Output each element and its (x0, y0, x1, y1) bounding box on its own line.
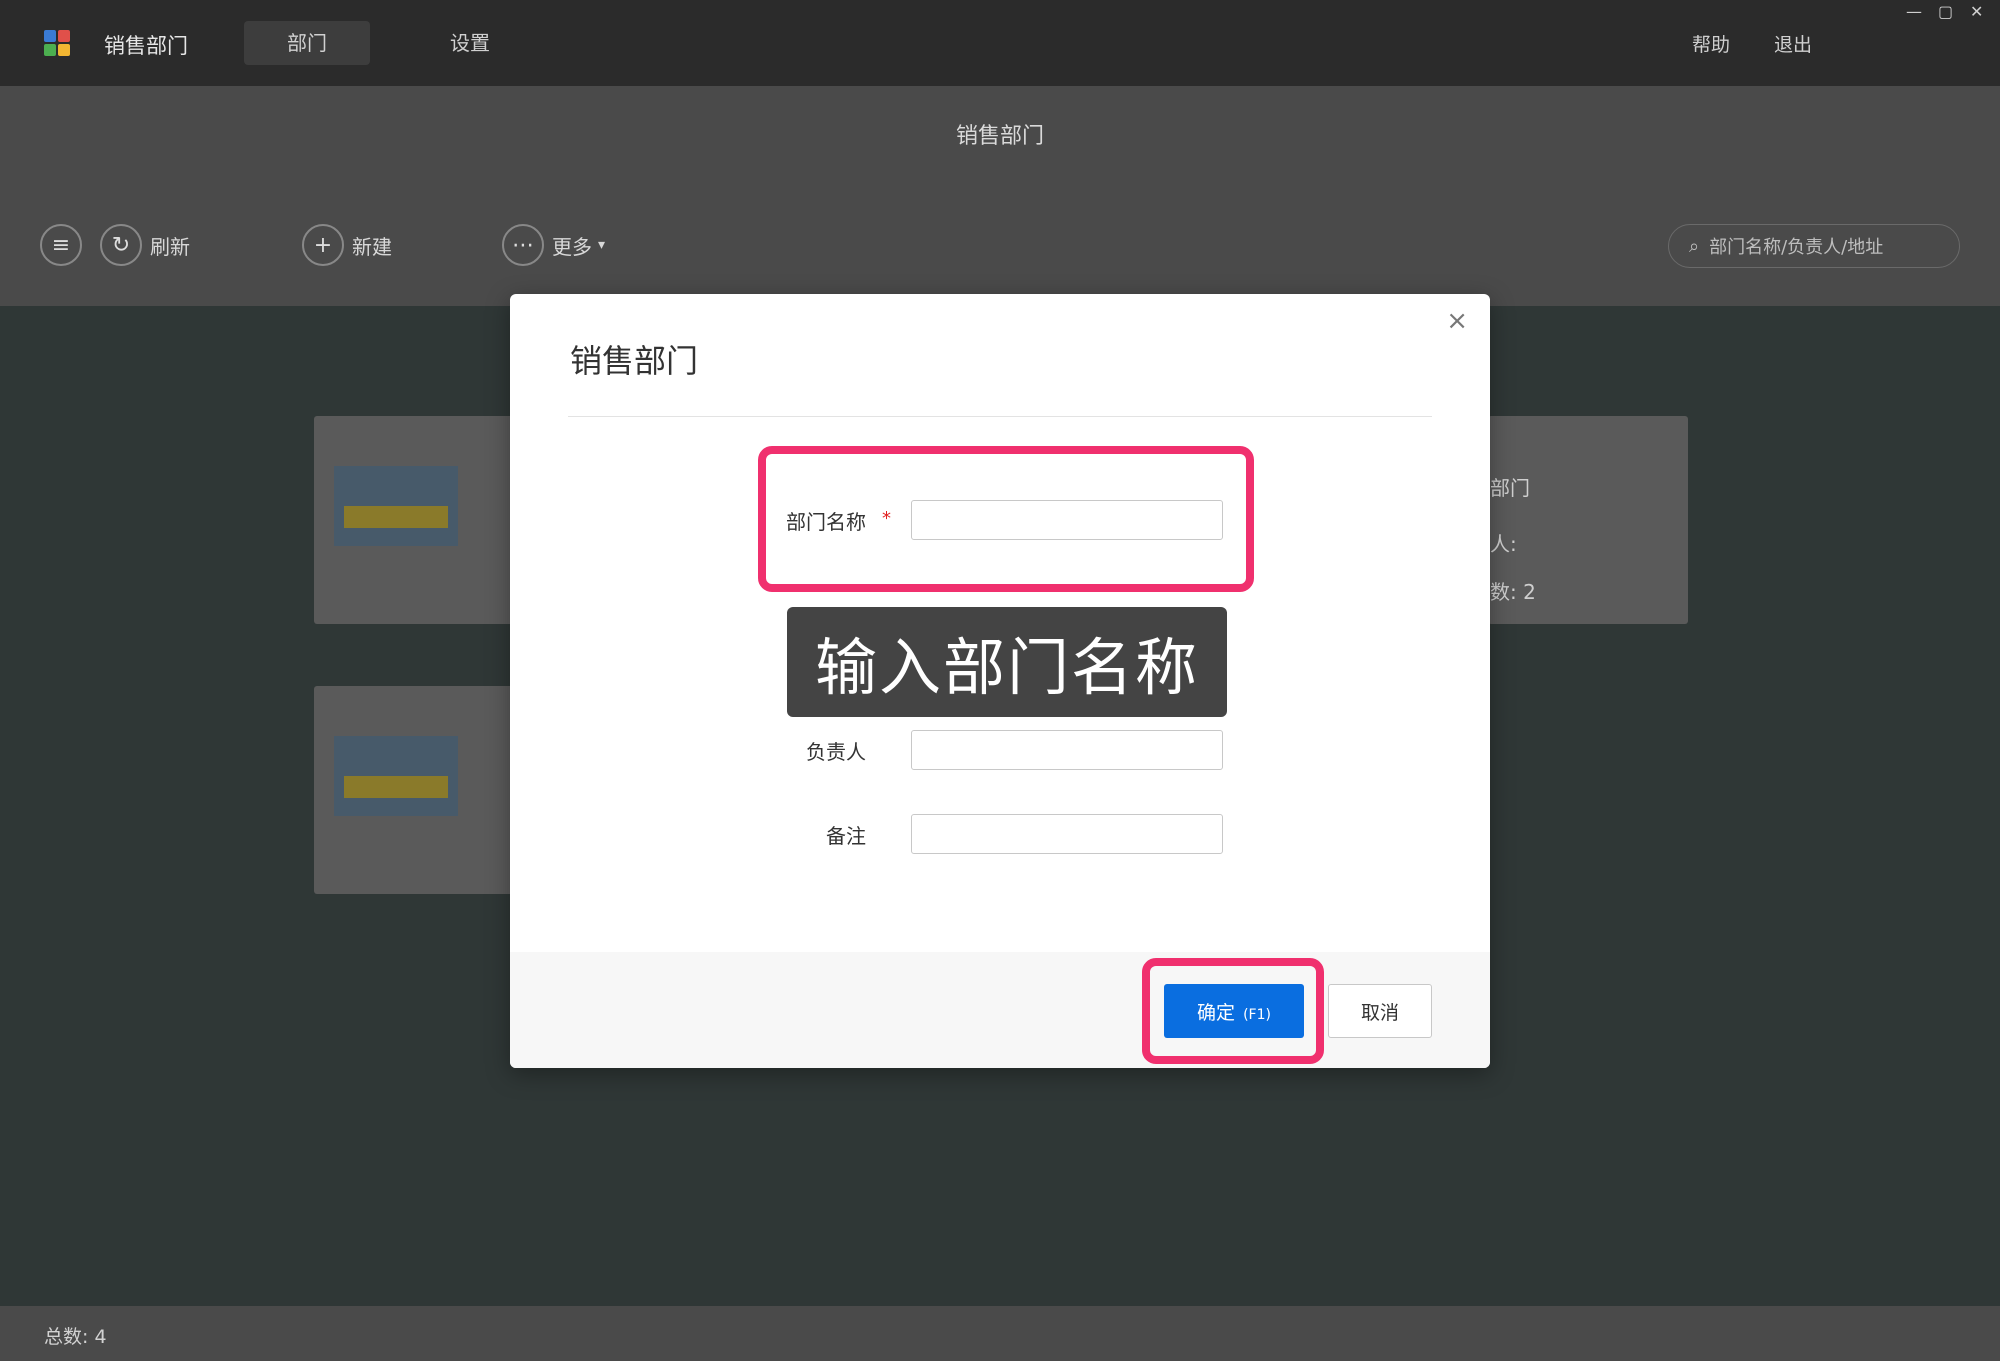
required-mark: * (882, 508, 891, 529)
field-row-manager: 负责人 (510, 730, 1490, 770)
chevron-down-icon: ▾ (598, 237, 606, 253)
page-title: 销售部门 (955, 124, 1044, 149)
refresh-label: 刷新 (150, 234, 190, 259)
card-text: 部门 (1490, 476, 1530, 500)
help-link[interactable]: 帮助 (1692, 30, 1730, 57)
app-window: 销售部门 部门 设置 帮助 退出 — ▢ ✕ 销售部门 ≡ ↻ 刷新 + 新建 … (0, 0, 2000, 1361)
search-icon: ⌕ (1689, 235, 1700, 257)
remarks-input[interactable] (911, 814, 1223, 854)
list-icon: ≡ (40, 224, 82, 266)
search-input[interactable]: ⌕ 部门名称/负责人/地址 (1668, 224, 1960, 268)
department-name-input[interactable] (911, 500, 1223, 540)
confirm-button[interactable]: 确定 (F1) (1164, 984, 1304, 1038)
department-name-label: 部门名称 (786, 510, 866, 534)
more-icon: ⋯ (502, 224, 544, 266)
menu-button[interactable]: ≡ (40, 224, 90, 266)
app-title: 销售部门 (104, 34, 188, 58)
more-label: 更多 (552, 234, 592, 259)
page-header: 销售部门 ≡ ↻ 刷新 + 新建 ⋯ 更多 ▾ ⌕ 部门名称/负责人/地址 (0, 86, 2000, 306)
minimize-icon[interactable]: — (1906, 2, 1922, 21)
new-label: 新建 (352, 234, 392, 259)
divider (568, 416, 1432, 417)
top-bar: 销售部门 部门 设置 帮助 退出 — ▢ ✕ (0, 0, 2000, 86)
tab-settings[interactable]: 设置 (430, 21, 510, 65)
card-text: 人: (1490, 532, 1517, 556)
status-bar: 总数: 4 (0, 1306, 2000, 1361)
manager-label: 负责人 (806, 740, 866, 764)
maximize-icon[interactable]: ▢ (1938, 2, 1953, 21)
cancel-button[interactable]: 取消 (1328, 984, 1432, 1038)
new-button[interactable]: + 新建 (302, 224, 392, 266)
close-window-icon[interactable]: ✕ (1970, 2, 1983, 21)
refresh-button[interactable]: ↻ 刷新 (100, 224, 190, 266)
total-count: 总数: 4 (44, 1326, 107, 1348)
tutorial-caption: 输入部门名称 (787, 607, 1227, 717)
card-text: 数: 2 (1490, 580, 1536, 604)
plus-icon: + (302, 224, 344, 266)
department-card[interactable]: 部门 人: 数: 2 (1488, 416, 1688, 624)
field-row-remarks: 备注 (510, 814, 1490, 854)
confirm-label: 确定 (1197, 1001, 1236, 1024)
search-placeholder: 部门名称/负责人/地址 (1709, 237, 1884, 258)
more-button[interactable]: ⋯ 更多 ▾ (502, 224, 605, 266)
refresh-icon: ↻ (100, 224, 142, 266)
tab-department[interactable]: 部门 (244, 21, 370, 65)
field-row-department-name: 部门名称 * (510, 500, 1490, 540)
department-card[interactable] (314, 416, 514, 624)
department-card[interactable] (314, 686, 514, 894)
dialog-title: 销售部门 (570, 342, 699, 380)
app-logo-icon (44, 30, 72, 58)
logout-link[interactable]: 退出 (1774, 30, 1812, 57)
department-thumbnail (334, 466, 458, 546)
department-thumbnail (334, 736, 458, 816)
confirm-shortcut: (F1) (1243, 1006, 1271, 1023)
remarks-label: 备注 (826, 824, 866, 848)
manager-input[interactable] (911, 730, 1223, 770)
close-icon[interactable]: × (1446, 306, 1468, 336)
